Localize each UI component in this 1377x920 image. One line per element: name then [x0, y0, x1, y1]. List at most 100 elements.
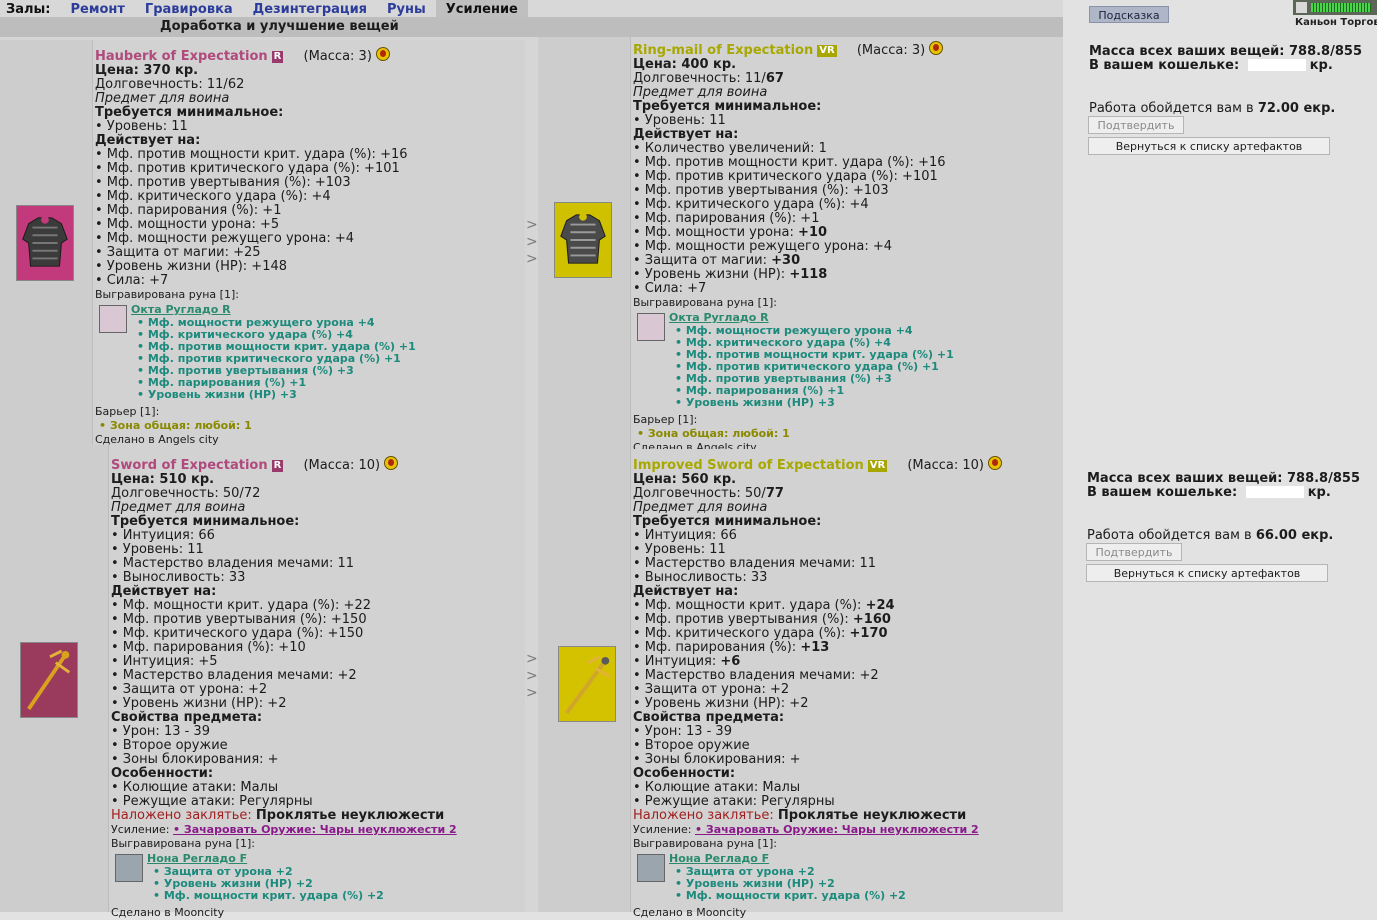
- stat-line: • Мф. критического удара (%): +170: [633, 626, 888, 641]
- rune-icon[interactable]: [637, 313, 665, 341]
- rune-link[interactable]: Окта Ругладо R: [131, 303, 416, 317]
- item-class: Предмет для воина: [633, 85, 768, 100]
- globe-icon[interactable]: [375, 47, 390, 61]
- item-name[interactable]: Sword of Expectation: [111, 458, 268, 473]
- feature-line: • Колющие атаки: Малы: [633, 780, 801, 795]
- ringmail-image[interactable]: [554, 202, 612, 278]
- rune-link[interactable]: Окта Ругладо R: [669, 311, 954, 325]
- spell-name: Проклятье неуклюжести: [255, 808, 445, 823]
- globe-icon[interactable]: [929, 41, 944, 55]
- stat-line: • Мф. мощности крит. удара (%): +24: [633, 598, 895, 613]
- location-widget: Каньон Торговцев: [1293, 0, 1377, 30]
- purse-value: [1247, 59, 1306, 71]
- enhancement-link[interactable]: • Зачаровать Оружие: Чары неуклюжести 2: [173, 823, 457, 836]
- arrow-marker: >: [526, 685, 538, 701]
- cost-value: 72.00 екр.: [1257, 101, 1336, 116]
- stat-line: • Уровень жизни (HP): +2: [111, 696, 287, 711]
- stat-line: • Сила: +7: [95, 273, 169, 288]
- req-line: • Мастерство владения мечами: 11: [111, 556, 355, 571]
- back-to-artifacts-button[interactable]: Вернуться к списку артефактов: [1086, 564, 1328, 582]
- location-name: Каньон Торговцев: [1295, 17, 1377, 28]
- engraved-label: Выгравирована руна [1]:: [95, 288, 239, 301]
- rune-link[interactable]: Нона Регладо F: [669, 852, 1002, 866]
- prop-line: • Зоны блокирования: +: [111, 752, 279, 767]
- rune-block: Нона Регладо F • Защита от урона +2 • Ур…: [111, 852, 457, 902]
- item-class: Предмет для воина: [633, 500, 768, 515]
- stat-line: • Мф. против мощности крит. удара (%): +…: [633, 155, 946, 170]
- arrow-marker: >: [526, 217, 538, 233]
- stat-line: • Мф. против критического удара (%): +10…: [95, 161, 400, 176]
- stat-line: • Мф. парирования (%): +13: [633, 640, 830, 655]
- total-mass: 788.8/855: [1288, 44, 1362, 59]
- stat-line: • Мастерство владения мечами: +2: [111, 668, 357, 683]
- cost-2: Работа обойдется вам в 66.00 екр.: [1087, 528, 1334, 543]
- item-price: 510 кр.: [159, 472, 215, 487]
- globe-icon[interactable]: [988, 456, 1002, 470]
- sword-image[interactable]: [20, 642, 78, 718]
- item-price: 560 кр.: [681, 472, 737, 487]
- improved-sword-image[interactable]: [558, 646, 616, 722]
- item-name[interactable]: Hauberk of Expectation: [95, 49, 268, 64]
- barrier-label: Барьер [1]:: [633, 413, 698, 426]
- stat-line: • Мф. против критического удара (%): +10…: [633, 169, 938, 184]
- req-line: • Мастерство владения мечами: 11: [633, 556, 877, 571]
- stat-line: • Мф. мощности режущего урона: +4: [633, 239, 893, 254]
- item-name[interactable]: Ring-mail of Expectation: [633, 43, 813, 58]
- hauberk-image[interactable]: [16, 205, 74, 281]
- feature-line: • Режущие атаки: Регулярны: [633, 794, 835, 809]
- item-class: Предмет для воина: [111, 500, 246, 515]
- feature-line: • Режущие атаки: Регулярны: [111, 794, 313, 809]
- enhancement-link[interactable]: • Зачаровать Оружие: Чары неуклюжести 2: [695, 823, 979, 836]
- stat-line: • Мф. против мощности крит. удара (%): +…: [95, 147, 408, 162]
- rune-icon[interactable]: [99, 305, 127, 333]
- engraved-label: Выгравирована руна [1]:: [111, 837, 255, 850]
- stat-line: • Мф. парирования (%): +10: [111, 640, 306, 655]
- prop-line: • Второе оружие: [633, 738, 750, 753]
- prop-line: • Зоны блокирования: +: [633, 752, 801, 767]
- stat-line: • Количество увеличений: 1: [633, 141, 827, 156]
- back-to-artifacts-button[interactable]: Вернуться к списку артефактов: [1088, 137, 1330, 155]
- stat-line: • Мф. критического удара (%): +4: [95, 189, 331, 204]
- item-mass: (Масса: 10): [303, 458, 381, 473]
- arrow-marker: >: [526, 668, 538, 684]
- rune-icon[interactable]: [637, 854, 665, 882]
- stat-line: • Уровень жизни (HP): +2: [633, 696, 809, 711]
- barrier-zone: • Зона общая: любой: 1: [99, 419, 252, 432]
- globe-icon[interactable]: [384, 456, 399, 470]
- item-price: 400 кр.: [681, 57, 737, 72]
- prop-line: • Урон: 13 - 39: [633, 724, 732, 739]
- stat-line: • Мф. критического удара (%): +150: [111, 626, 364, 641]
- rune-link[interactable]: Нона Регладо F: [147, 852, 457, 866]
- stat-line: • Мф. парирования (%): +1: [95, 203, 282, 218]
- req-line: • Уровень: 11: [111, 542, 204, 557]
- stat-line: • Защита от урона: +2: [633, 682, 790, 697]
- stat-line: • Интуиция: +5: [111, 654, 218, 669]
- stat-line: • Мф. мощности крит. удара (%): +22: [111, 598, 371, 613]
- item-durability-max: 67: [765, 71, 784, 86]
- confirm-button[interactable]: Подтвердить: [1088, 116, 1184, 134]
- confirm-button[interactable]: Подтвердить: [1086, 543, 1182, 561]
- stat-line: • Уровень жизни (HP): +118: [633, 267, 828, 282]
- stat-line: • Мф. против увертывания (%): +150: [111, 612, 367, 627]
- req-line: • Уровень: 11: [633, 542, 726, 557]
- arrow-marker: >: [526, 234, 538, 250]
- hint-button[interactable]: Подсказка: [1089, 6, 1169, 23]
- nav-lead: Залы:: [6, 2, 51, 17]
- summary-2: Масса всех ваших вещей: 788.8/855 В ваше…: [1087, 471, 1360, 500]
- req-line: • Интуиция: 66: [633, 528, 737, 543]
- arrow-marker: >: [526, 651, 538, 667]
- rune-block: Окта Ругладо R • Мф. мощности режущего у…: [95, 303, 416, 401]
- rune-icon[interactable]: [115, 854, 143, 882]
- barrier-label: Барьер [1]:: [95, 405, 160, 418]
- location-bar[interactable]: [1293, 0, 1377, 15]
- item-panel-sword: Sword of Expectation R (Масса: 10) Цена: …: [0, 445, 525, 919]
- made-in: Сделано в Mooncity: [111, 906, 225, 919]
- req-line: • Выносливость: 33: [111, 570, 246, 585]
- arrow-marker: >: [526, 251, 538, 267]
- item-name[interactable]: Improved Sword of Expectation: [633, 458, 864, 473]
- stat-line: • Защита от урона: +2: [111, 682, 268, 697]
- rarity-badge: VR: [817, 45, 837, 57]
- item-panel-ringmail: Ring-mail of Expectation VR (Масса: 3) Це…: [538, 37, 1063, 454]
- stat-line: • Мф. против увертывания (%): +103: [95, 175, 351, 190]
- spell-name: Проклятье неуклюжести: [777, 808, 967, 823]
